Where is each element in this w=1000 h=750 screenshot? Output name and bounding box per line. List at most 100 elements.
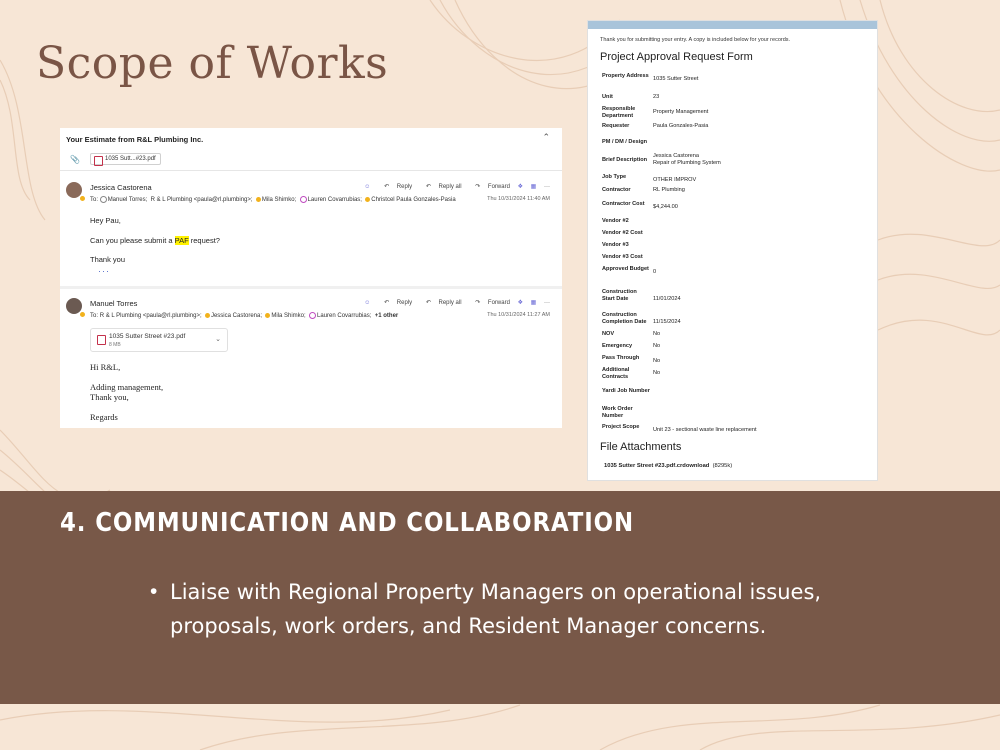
bullet-icon: •	[150, 580, 158, 603]
grid-icon[interactable]: ▦	[531, 300, 537, 306]
form-value: Property Management	[653, 109, 709, 115]
reply-label: Reply	[396, 300, 413, 306]
attachment-card[interactable]: 1035 Sutter Street #23.pdf 8 MB ⌄	[90, 328, 228, 352]
copilot-icon[interactable]: ❖	[518, 184, 523, 190]
attachments-title: File Attachments	[600, 441, 682, 453]
form-value: 1035 Sutter Street	[653, 76, 699, 82]
pdf-icon	[94, 156, 103, 166]
reply-all-button[interactable]: ↶ Reply all	[420, 184, 462, 190]
form-label: Construction Start Date	[602, 289, 637, 302]
form-label: Project Scope	[602, 424, 640, 430]
message-actions: ☺ ↶ Reply ↶ Reply all ↷ Forward ❖ ▦ ···	[358, 299, 550, 306]
form-label: Yardi Job Number	[602, 388, 650, 394]
presence-dot	[255, 197, 261, 202]
more-actions-button[interactable]: ···	[544, 300, 550, 306]
emoji-react-icon[interactable]: ☺	[364, 184, 370, 190]
forward-button[interactable]: ↷ Forward	[469, 300, 510, 306]
recipient[interactable]: R & L Plumbing <paula@rl.plumbing>;	[151, 197, 253, 203]
forward-icon: ↷	[475, 184, 481, 190]
reply-icon: ↶	[384, 300, 390, 306]
form-title: Project Approval Request Form	[600, 51, 753, 63]
forward-icon: ↷	[475, 300, 481, 306]
recipient[interactable]: Lauren Covarrubias;	[317, 313, 371, 319]
message-body: Adding management,	[90, 382, 164, 392]
form-label: Brief Description	[602, 157, 648, 163]
presence-dot	[204, 313, 210, 318]
forward-button[interactable]: ↷ Forward	[469, 184, 510, 190]
message-closing: Thank you	[90, 255, 126, 264]
form-value: No	[653, 370, 661, 376]
email-message: Manuel Torres ☺ ↶ Reply ↶ Reply all ↷ Fo…	[60, 290, 562, 428]
form-label: Additional Contracts	[602, 367, 630, 380]
message-body: Can you please submit a PAF request?	[90, 236, 220, 245]
emoji-react-icon[interactable]: ☺	[364, 300, 370, 306]
file-name[interactable]: 1035 Sutter Street #23.pdf.crdownload	[604, 463, 709, 469]
recipient[interactable]: Mila Shimko;	[271, 313, 305, 319]
form-value: 11/15/2024	[653, 319, 681, 325]
form-label: Responsible Department	[602, 106, 636, 119]
recipient[interactable]: Jessica Castorena;	[211, 313, 262, 319]
form-label: NOV	[602, 331, 615, 337]
form-label: Vendor #2 Cost	[602, 230, 643, 236]
form-confirmation: Thank you for submitting your entry. A c…	[600, 37, 791, 43]
form-label: Emergency	[602, 343, 633, 349]
form-value: RL Plumbing	[653, 187, 685, 193]
more-recipients-link[interactable]: +1 other	[375, 313, 399, 319]
reply-all-label: Reply all	[438, 184, 462, 190]
paperclip-icon: 📎	[70, 155, 80, 164]
form-value: Jessica Castorena	[653, 153, 700, 159]
presence-dot	[309, 312, 317, 319]
recipient[interactable]: R & L Plumbing <paula@rl.plumbing>;	[100, 313, 202, 319]
message-body: Thank you,	[90, 392, 129, 402]
reply-all-button[interactable]: ↶ Reply all	[420, 300, 462, 306]
form-label: Unit	[602, 94, 613, 100]
collapse-chevron-icon[interactable]: ⌃	[542, 132, 550, 143]
copilot-icon[interactable]: ❖	[518, 300, 523, 306]
approval-form: Thank you for submitting your entry. A c…	[587, 20, 878, 481]
sender-name[interactable]: Manuel Torres	[90, 299, 137, 308]
email-subject: Your Estimate from R&L Plumbing Inc.	[66, 135, 204, 144]
reply-label: Reply	[396, 184, 413, 190]
reply-all-icon: ↶	[425, 300, 431, 306]
message-date: Thu 10/31/2024 11:40 AM	[487, 196, 550, 202]
recipient[interactable]: Christcel Paula Gonzales-Pasia	[371, 197, 455, 203]
recipients-line: To: R & L Plumbing <paula@rl.plumbing>; …	[90, 312, 398, 319]
reply-all-label: Reply all	[438, 300, 462, 306]
presence-dot	[299, 196, 307, 203]
form-label: Work Order Number	[602, 406, 633, 419]
form-label: Contractor	[602, 187, 631, 193]
sender-name[interactable]: Jessica Castorena	[90, 183, 152, 192]
grid-icon[interactable]: ▦	[531, 184, 537, 190]
reply-button[interactable]: ↶ Reply	[378, 300, 412, 306]
recipient[interactable]: Lauren Covarrubias;	[308, 197, 362, 203]
recipient[interactable]: Manuel Torres;	[108, 197, 148, 203]
form-value: 0	[653, 269, 657, 275]
attachment-chip[interactable]: 1035 Sutt...#23.pdf	[90, 153, 161, 166]
form-value: Paula Gonzales-Pasia	[653, 123, 709, 129]
show-more-button[interactable]: ···	[98, 266, 110, 276]
email-thread: Your Estimate from R&L Plumbing Inc. ⌃ 📎…	[60, 128, 562, 428]
form-label: Property Address	[602, 73, 649, 79]
body-text: request?	[188, 236, 220, 245]
form-label: Contractor Cost	[602, 201, 645, 207]
file-attachment[interactable]: 1035 Sutter Street #23.pdf.crdownload (8…	[604, 463, 732, 469]
form-value: 11/01/2024	[653, 296, 681, 302]
more-actions-button[interactable]: ···	[544, 184, 550, 190]
form-label: Job Type	[602, 174, 627, 180]
slide-title: Scope of Works	[36, 38, 389, 89]
recipient[interactable]: Mila Shimko;	[262, 197, 296, 203]
form-label: Construction Completion Date	[602, 312, 647, 325]
chevron-down-icon[interactable]: ⌄	[215, 335, 221, 343]
form-topbar	[588, 21, 877, 29]
form-value: Repair of Plumbing System	[653, 160, 721, 166]
form-value: No	[653, 331, 661, 337]
reply-button[interactable]: ↶ Reply	[378, 184, 412, 190]
form-label: Vendor #3	[602, 242, 629, 248]
form-label: Pass Through	[602, 355, 640, 361]
form-label: Vendor #2	[602, 218, 629, 224]
forward-label: Forward	[487, 184, 510, 190]
form-value: No	[653, 343, 661, 349]
reply-all-icon: ↶	[425, 184, 431, 190]
form-value: OTHER IMPROV	[653, 177, 697, 183]
to-label: To:	[90, 197, 99, 204]
